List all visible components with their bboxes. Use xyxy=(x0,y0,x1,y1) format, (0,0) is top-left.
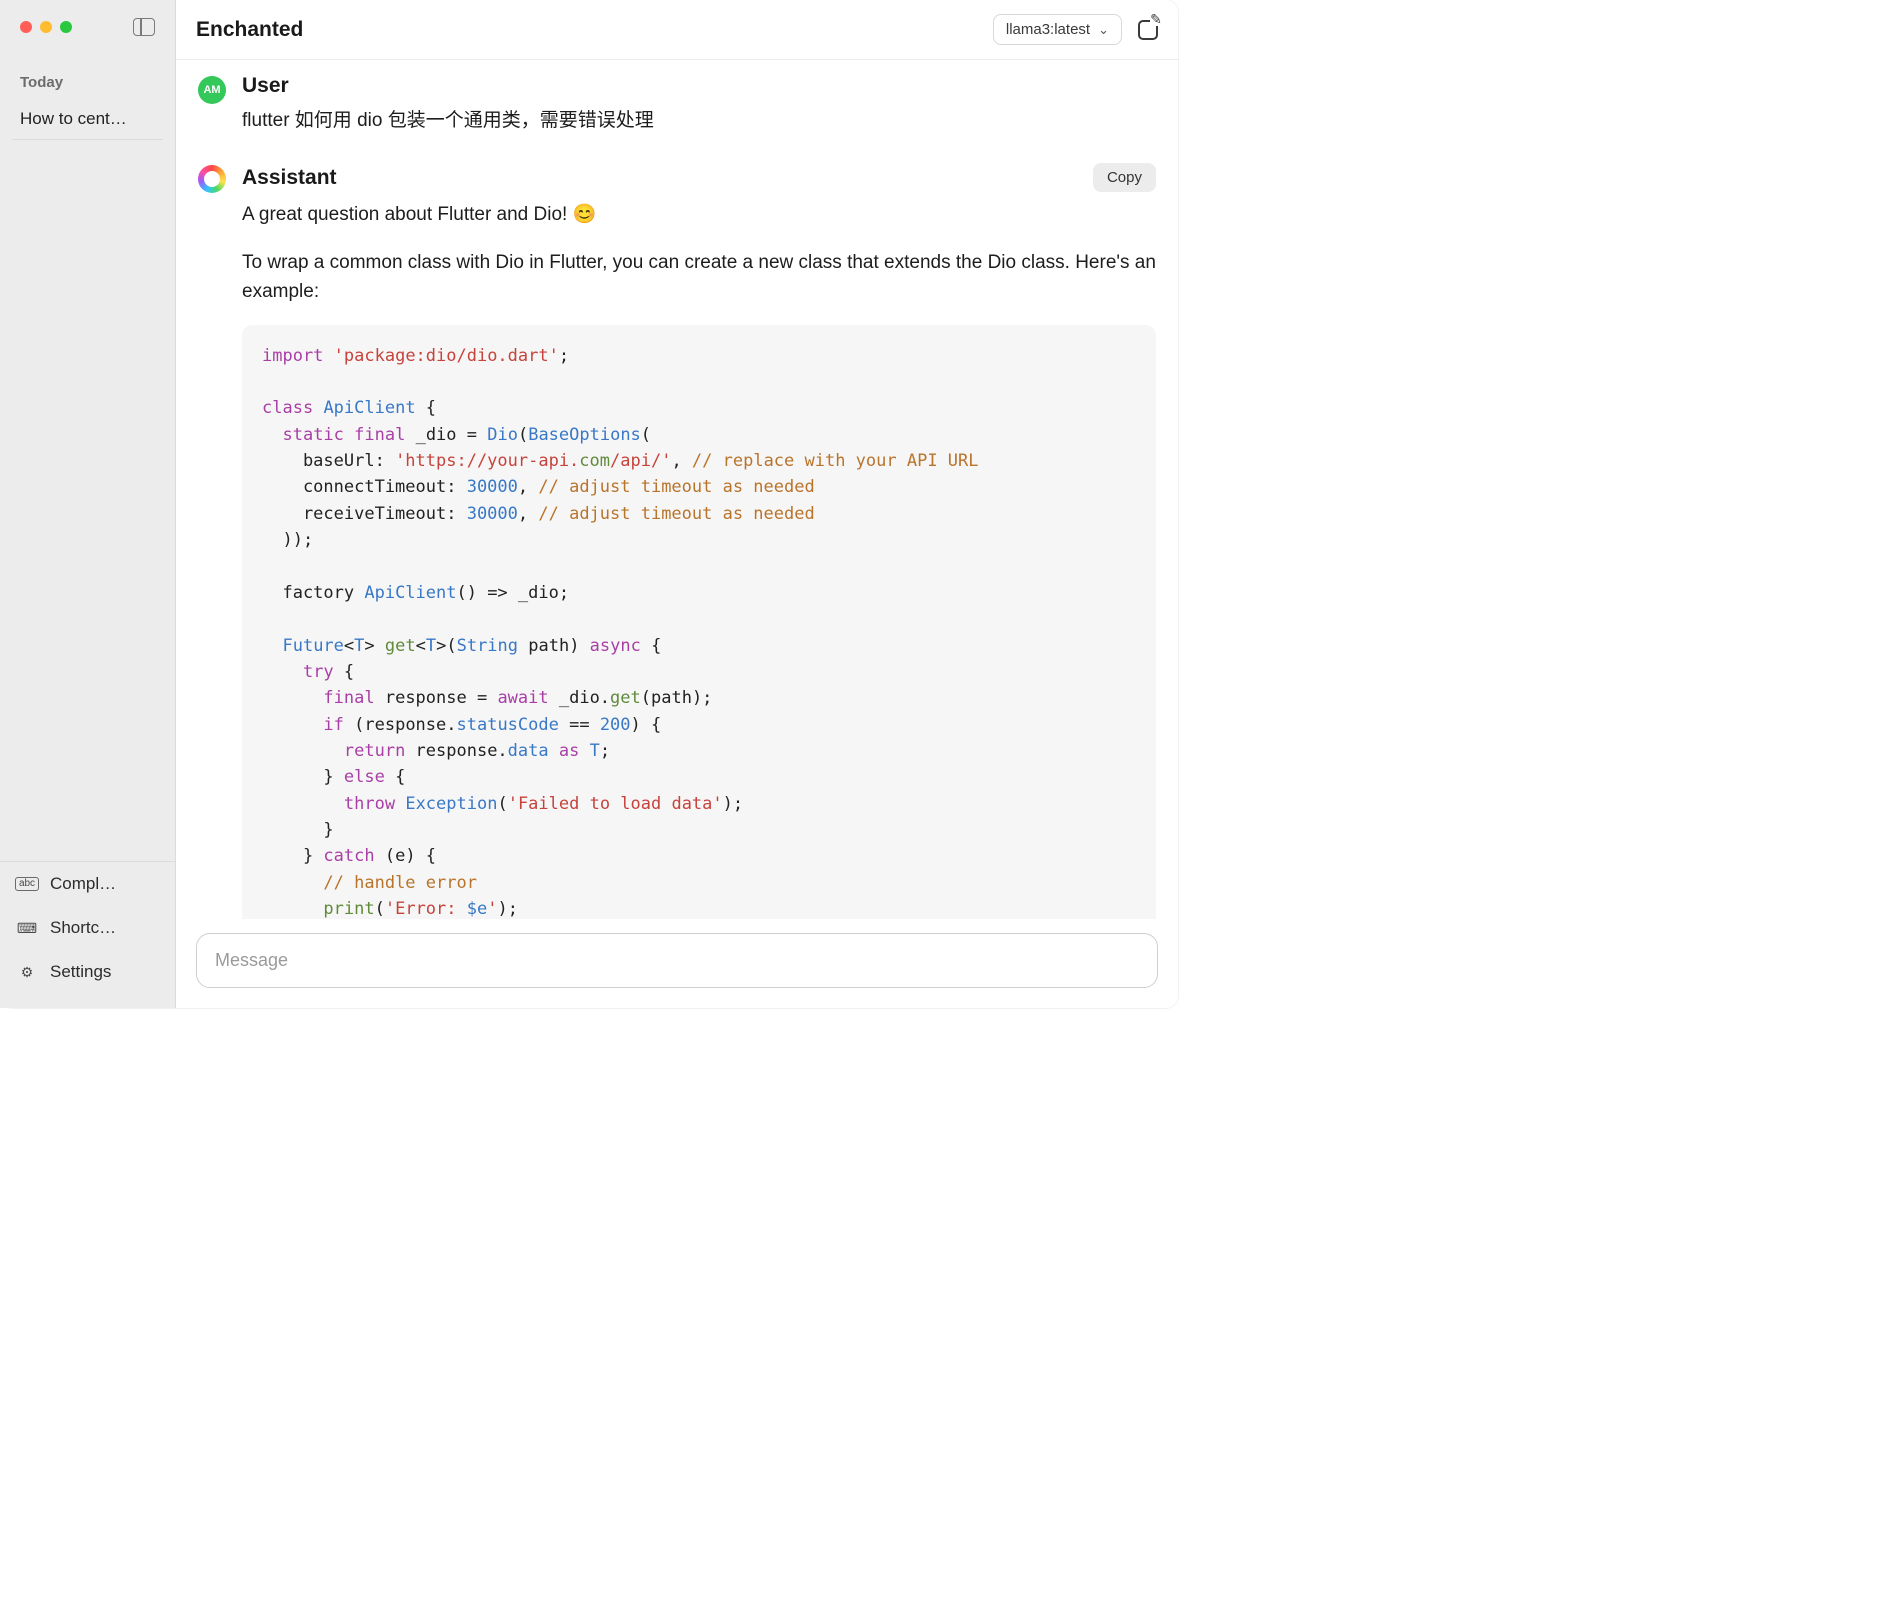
chevron-down-icon: ⌄ xyxy=(1098,22,1109,38)
new-chat-button[interactable] xyxy=(1136,18,1160,42)
sidebar-footer: abc Compl… ⌨ Shortc… ⚙ Settings xyxy=(0,861,175,1008)
sidebar-section-label: Today xyxy=(0,36,175,99)
fullscreen-window-icon[interactable] xyxy=(60,21,72,33)
compose-icon xyxy=(1150,14,1162,26)
model-name: llama3:latest xyxy=(1006,21,1090,38)
assistant-avatar xyxy=(198,165,226,193)
history-item[interactable]: How to cent… xyxy=(12,99,163,140)
chat-area: AM User flutter 如何用 dio 包装一个通用类，需要错误处理 A… xyxy=(176,60,1178,919)
sidebar: Today How to cent… abc Compl… ⌨ Shortc… … xyxy=(0,0,176,1008)
toggle-sidebar-icon[interactable] xyxy=(133,18,155,36)
app-title: Enchanted xyxy=(196,18,303,42)
keyboard-icon: ⌨ xyxy=(16,920,38,937)
model-selector[interactable]: llama3:latest ⌄ xyxy=(993,14,1122,45)
close-window-icon[interactable] xyxy=(20,21,32,33)
message-input[interactable] xyxy=(196,933,1158,988)
assistant-role-label: Assistant xyxy=(242,166,337,190)
shortcuts-label: Shortc… xyxy=(50,918,116,938)
minimize-window-icon[interactable] xyxy=(40,21,52,33)
shortcuts-button[interactable]: ⌨ Shortc… xyxy=(12,906,163,950)
completions-label: Compl… xyxy=(50,874,116,894)
settings-button[interactable]: ⚙ Settings xyxy=(12,950,163,994)
assistant-message: Assistant Copy A great question about Fl… xyxy=(198,163,1156,919)
code-block: import 'package:dio/dio.dart'; class Api… xyxy=(242,325,1156,919)
assistant-message-text: A great question about Flutter and Dio! … xyxy=(242,200,1156,919)
user-avatar: AM xyxy=(198,76,226,104)
abc-icon: abc xyxy=(16,877,38,891)
completions-button[interactable]: abc Compl… xyxy=(12,862,163,906)
window-controls xyxy=(0,0,175,36)
user-message: AM User flutter 如何用 dio 包装一个通用类，需要错误处理 xyxy=(198,74,1156,153)
main-pane: Enchanted llama3:latest ⌄ AM User flutte… xyxy=(176,0,1178,1008)
composer xyxy=(176,919,1178,1008)
user-role-label: User xyxy=(242,74,289,98)
header: Enchanted llama3:latest ⌄ xyxy=(176,0,1178,60)
settings-label: Settings xyxy=(50,962,111,982)
gear-icon: ⚙ xyxy=(16,964,38,981)
user-message-text: flutter 如何用 dio 包装一个通用类，需要错误处理 xyxy=(242,106,1156,135)
copy-button[interactable]: Copy xyxy=(1093,163,1156,192)
